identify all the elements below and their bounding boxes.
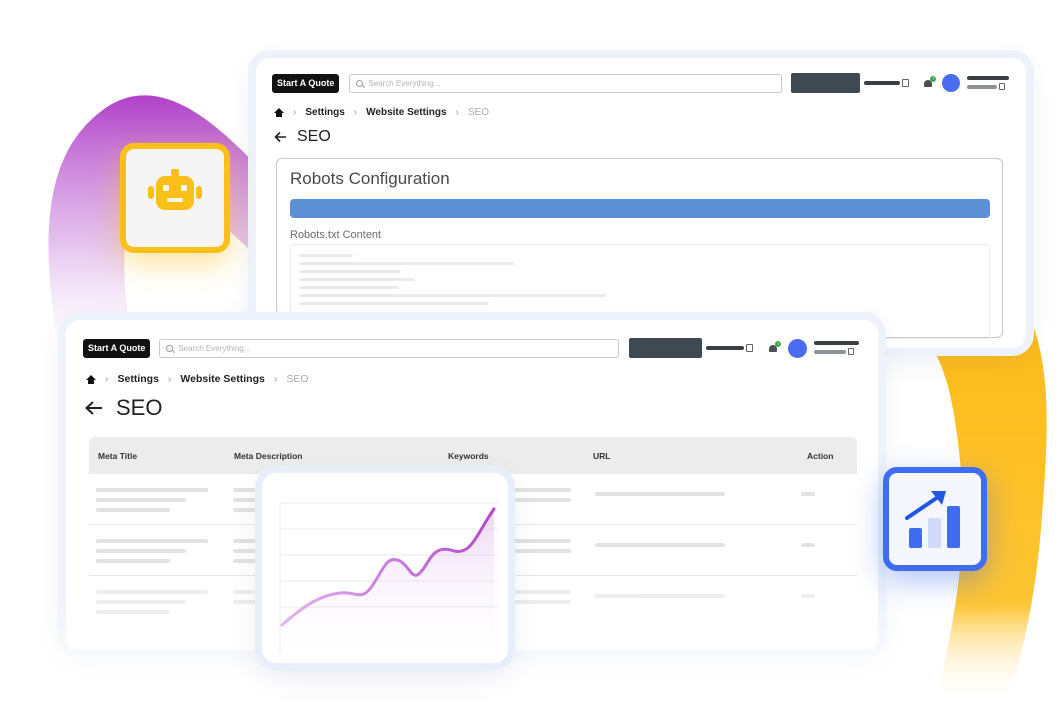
card-title: Robots Configuration bbox=[290, 169, 450, 188]
copy-icon[interactable] bbox=[902, 79, 910, 87]
search-icon bbox=[166, 344, 174, 352]
analytics-icon-badge bbox=[883, 467, 987, 571]
breadcrumb-settings[interactable]: Settings bbox=[305, 107, 344, 118]
table-header: Meta Title Meta Description Keywords URL… bbox=[89, 437, 857, 474]
breadcrumb-settings[interactable]: Settings bbox=[118, 373, 159, 385]
topbar-dark-block[interactable] bbox=[629, 338, 703, 358]
start-quote-button[interactable]: Start A Quote bbox=[83, 338, 151, 358]
notification-badge: 7 bbox=[775, 340, 782, 347]
back-arrow-icon[interactable] bbox=[84, 400, 104, 416]
home-icon[interactable] bbox=[274, 108, 284, 117]
back-arrow-icon[interactable] bbox=[274, 131, 287, 143]
breadcrumb: › Settings › Website Settings › SEO bbox=[274, 107, 489, 118]
col-keywords[interactable]: Keywords bbox=[448, 451, 489, 461]
col-url[interactable]: URL bbox=[593, 451, 610, 461]
growth-area bbox=[282, 509, 494, 663]
bottom-fade bbox=[0, 600, 1064, 728]
user-info bbox=[814, 341, 860, 355]
topbar-dark-block[interactable] bbox=[791, 73, 861, 93]
robot-icon bbox=[148, 169, 202, 210]
start-quote-button[interactable]: Start A Quote bbox=[272, 73, 340, 93]
copy-icon[interactable] bbox=[999, 83, 1006, 90]
search-placeholder: Search Everything... bbox=[368, 78, 441, 88]
col-meta-title[interactable]: Meta Title bbox=[98, 451, 137, 461]
notification-badge: 7 bbox=[930, 75, 937, 82]
robots-field-label: Robots.txt Content bbox=[290, 229, 382, 241]
user-info bbox=[967, 76, 1010, 90]
search-input[interactable]: Search Everything... bbox=[349, 73, 783, 93]
search-placeholder: Search Everything... bbox=[178, 343, 251, 353]
robots-blue-bar bbox=[290, 199, 990, 218]
search-input[interactable]: Search Everything... bbox=[159, 338, 620, 358]
growth-chart-card bbox=[262, 473, 508, 663]
home-icon[interactable] bbox=[86, 374, 96, 384]
breadcrumb-seo: SEO bbox=[467, 107, 489, 118]
action-placeholder[interactable] bbox=[801, 543, 815, 547]
bell-icon[interactable]: 7 bbox=[923, 75, 937, 89]
analytics-chart-icon bbox=[905, 491, 960, 548]
breadcrumb-website-settings[interactable]: Website Settings bbox=[366, 107, 446, 118]
robots-config-card: Robots Configuration Robots.txt Content bbox=[276, 158, 1003, 339]
seo-robots-window: Start A Quote Search Everything... 7 › S… bbox=[256, 58, 1026, 348]
copy-icon[interactable] bbox=[848, 348, 855, 355]
topbar: Start A Quote Search Everything... 7 bbox=[272, 73, 1012, 93]
col-action[interactable]: Action bbox=[807, 451, 833, 461]
breadcrumb-seo: SEO bbox=[286, 373, 309, 385]
action-placeholder[interactable] bbox=[801, 594, 815, 598]
copy-icon[interactable] bbox=[746, 344, 754, 352]
page-title: SEO bbox=[297, 128, 331, 145]
page-header: SEO bbox=[274, 128, 331, 146]
avatar[interactable] bbox=[788, 338, 808, 358]
growth-line-chart bbox=[279, 502, 498, 663]
bell-icon[interactable]: 7 bbox=[768, 340, 782, 354]
breadcrumb: › Settings › Website Settings › SEO bbox=[86, 373, 309, 385]
avatar[interactable] bbox=[942, 74, 961, 92]
topbar-pill bbox=[706, 346, 745, 350]
page-header: SEO bbox=[84, 395, 162, 421]
page-title: SEO bbox=[116, 395, 163, 420]
topbar: Start A Quote Search Everything... 7 bbox=[83, 338, 873, 358]
topbar-pill bbox=[864, 81, 901, 85]
col-meta-description[interactable]: Meta Description bbox=[234, 451, 303, 461]
action-placeholder[interactable] bbox=[801, 492, 815, 496]
search-icon bbox=[356, 79, 364, 87]
breadcrumb-website-settings[interactable]: Website Settings bbox=[180, 373, 264, 385]
robot-icon-badge bbox=[120, 143, 230, 253]
